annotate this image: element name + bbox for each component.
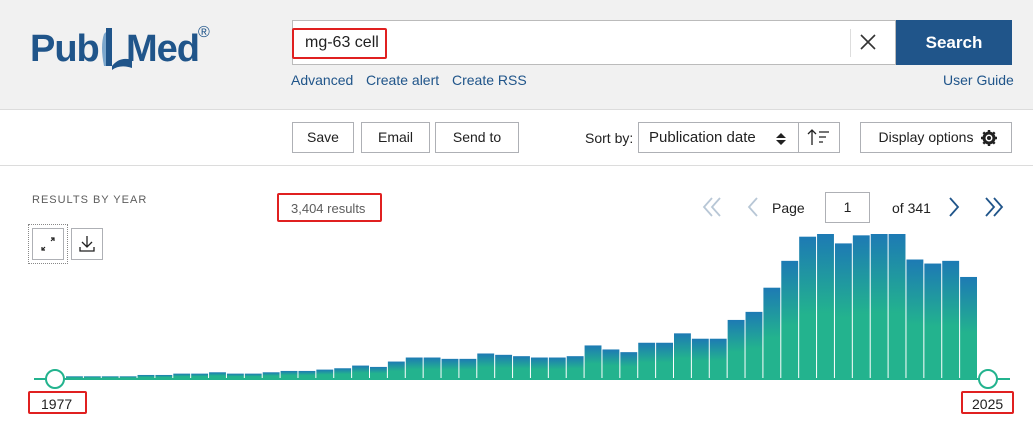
logo-text-right: Med: [126, 28, 200, 70]
expand-timeline-button[interactable]: [28, 224, 68, 264]
chart-bar[interactable]: [620, 352, 638, 379]
chart-bar[interactable]: [674, 333, 691, 379]
chart-bar[interactable]: [924, 263, 942, 379]
logo-text-left: Pub: [30, 28, 100, 70]
results-count-highlight: [277, 193, 382, 222]
chart-bar[interactable]: [137, 374, 155, 379]
end-year-highlight: [961, 391, 1014, 414]
sort-by-label: Sort by:: [585, 130, 634, 146]
select-arrows-icon: [776, 133, 786, 145]
chart-bar[interactable]: [763, 287, 781, 379]
chart-bar[interactable]: [191, 373, 209, 379]
timeline-end-handle[interactable]: [978, 369, 998, 389]
chart-bar[interactable]: [602, 349, 620, 379]
header: Pub Med ® Search Advanced Create alert C…: [0, 0, 1033, 110]
chart-bar[interactable]: [960, 276, 977, 379]
display-options-button[interactable]: Display options: [860, 122, 1012, 153]
start-year-highlight: [28, 391, 87, 414]
chart-bar[interactable]: [352, 365, 369, 379]
search-term-highlight: [292, 28, 387, 59]
double-chevron-left-icon: [702, 197, 721, 217]
clear-search-button[interactable]: [850, 29, 884, 57]
chart-bar[interactable]: [423, 357, 441, 379]
chart-bar[interactable]: [173, 373, 191, 379]
gear-icon: [981, 130, 997, 146]
chart-bar[interactable]: [298, 370, 316, 379]
page-number-input[interactable]: 1: [825, 192, 870, 223]
chart-bar[interactable]: [799, 236, 817, 379]
chevron-left-icon: [747, 197, 758, 217]
chart-bar[interactable]: [495, 354, 513, 379]
chart-bar[interactable]: [745, 311, 763, 379]
advanced-link[interactable]: Advanced: [291, 72, 353, 88]
chart-bar[interactable]: [852, 235, 870, 379]
chart-bar[interactable]: [906, 259, 924, 379]
chart-bar[interactable]: [244, 373, 262, 379]
user-guide-link[interactable]: User Guide: [943, 72, 1014, 88]
chart-bar[interactable]: [155, 374, 173, 379]
download-icon: [79, 236, 95, 252]
chart-bar[interactable]: [262, 372, 280, 379]
chart-bar[interactable]: [566, 356, 584, 379]
chart-bar[interactable]: [370, 366, 387, 379]
chart-bar[interactable]: [226, 373, 244, 379]
chart-bar[interactable]: [280, 370, 298, 379]
sort-select-value: Publication date: [649, 129, 756, 146]
sort-descending-icon: [807, 129, 829, 145]
create-alert-link[interactable]: Create alert: [366, 72, 439, 88]
toolbar-divider: [0, 165, 1033, 166]
sort-select[interactable]: Publication date: [638, 122, 799, 153]
chart-bar[interactable]: [870, 234, 888, 379]
first-page-button[interactable]: [700, 194, 726, 220]
chart-bar[interactable]: [817, 234, 834, 379]
double-chevron-right-icon: [985, 197, 1004, 217]
chart-bar[interactable]: [691, 338, 709, 379]
chart-bar[interactable]: [548, 357, 566, 379]
chart-bar[interactable]: [209, 372, 226, 379]
chart-bar[interactable]: [316, 369, 334, 379]
chart-bar[interactable]: [83, 376, 101, 379]
chart-bar[interactable]: [942, 260, 960, 379]
save-button[interactable]: Save: [292, 122, 354, 153]
chart-bar[interactable]: [834, 243, 852, 379]
chart-bar[interactable]: [119, 376, 137, 379]
sort-order-button[interactable]: [798, 122, 840, 153]
download-timeline-button[interactable]: [71, 228, 103, 260]
last-page-button[interactable]: [980, 194, 1006, 220]
results-by-year-title: RESULTS BY YEAR: [32, 194, 148, 206]
close-icon: [860, 34, 876, 50]
chart-bar[interactable]: [101, 376, 119, 379]
chart-bar[interactable]: [530, 357, 548, 379]
chart-bar[interactable]: [888, 234, 906, 379]
chart-bar[interactable]: [459, 358, 477, 379]
chart-bar[interactable]: [727, 319, 745, 379]
prev-page-button[interactable]: [741, 194, 767, 220]
chart-bar[interactable]: [709, 338, 727, 379]
search-button[interactable]: Search: [896, 20, 1012, 65]
email-button[interactable]: Email: [361, 122, 430, 153]
chart-bar[interactable]: [66, 376, 83, 379]
pubmed-logo[interactable]: Pub Med ®: [30, 22, 220, 72]
expand-icon: [41, 237, 55, 251]
send-to-button[interactable]: Send to: [435, 122, 519, 153]
chart-bar[interactable]: [584, 345, 602, 379]
timeline-start-handle[interactable]: [45, 369, 65, 389]
display-options-label: Display options: [878, 129, 974, 145]
chart-bar[interactable]: [781, 260, 799, 379]
next-page-button[interactable]: [940, 194, 966, 220]
chart-bars: [66, 234, 977, 379]
chart-bar[interactable]: [477, 353, 495, 379]
registered-mark: ®: [198, 24, 210, 41]
page-label: Page: [772, 200, 805, 216]
chart-bar[interactable]: [405, 357, 423, 379]
chevron-right-icon: [949, 197, 960, 217]
chart-bar[interactable]: [638, 342, 656, 379]
chart-bar[interactable]: [334, 368, 352, 379]
chart-bar[interactable]: [441, 358, 459, 379]
total-pages-label: of 341: [892, 200, 931, 216]
chart-bar[interactable]: [656, 342, 673, 379]
chart-bar[interactable]: [513, 356, 530, 379]
chart-bar[interactable]: [387, 361, 405, 379]
create-rss-link[interactable]: Create RSS: [452, 72, 527, 88]
